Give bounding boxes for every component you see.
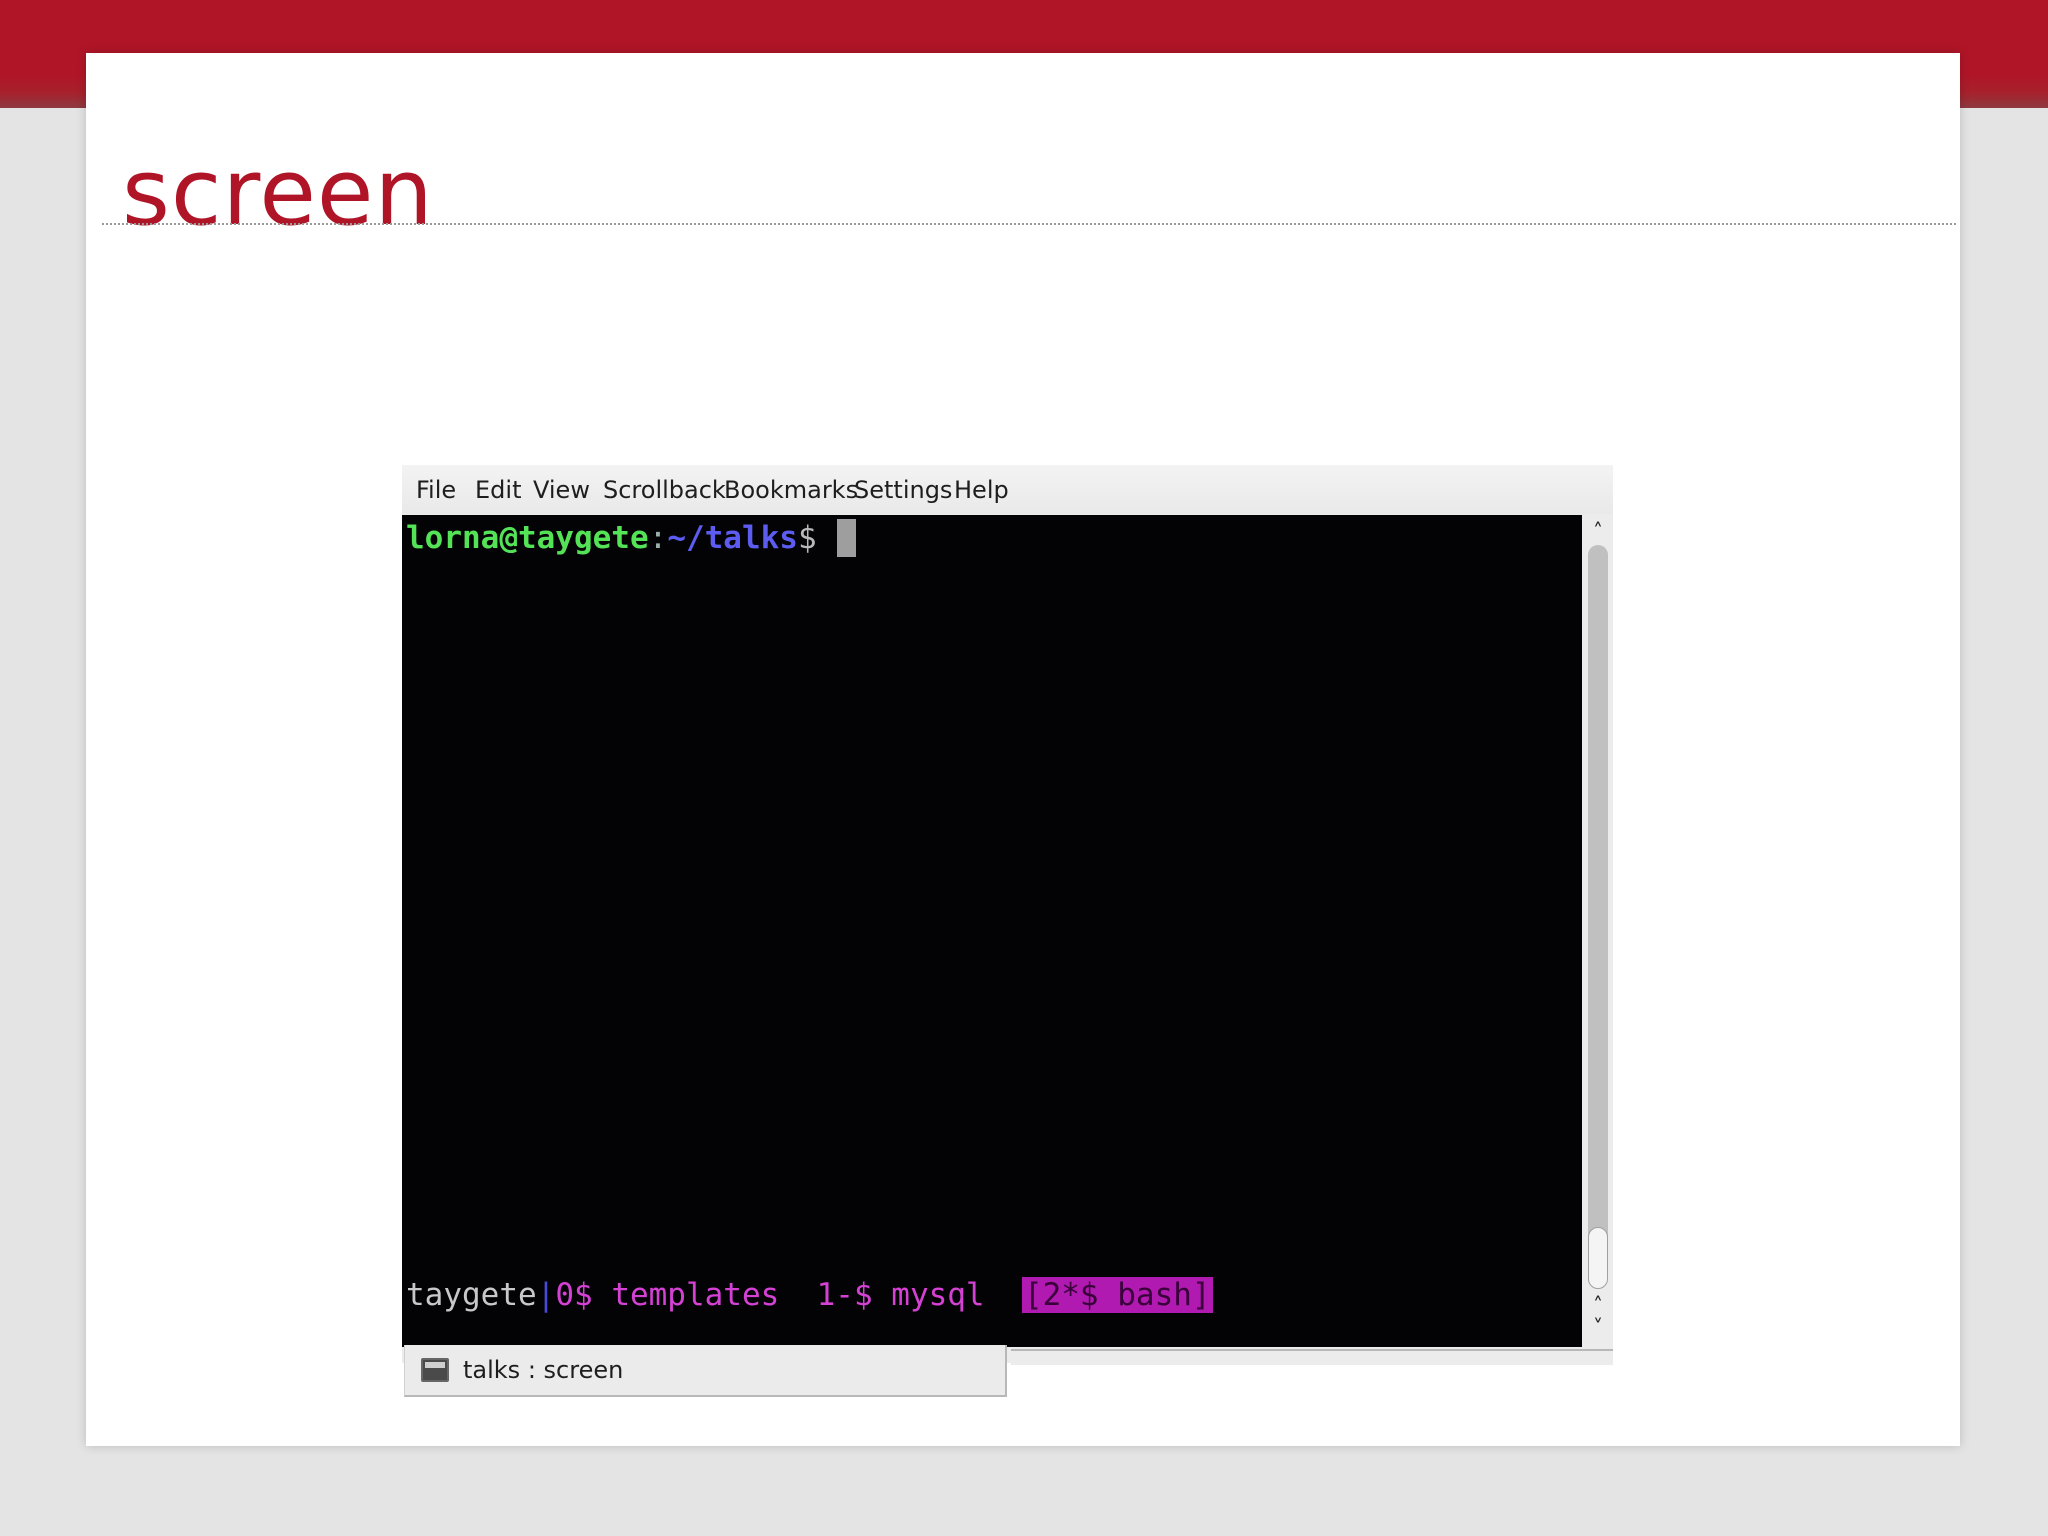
title-divider [102,223,1956,225]
menu-bookmarks[interactable]: Bookmarks [724,475,858,505]
shell-prompt: lorna@taygete:~/talks$ [406,518,857,558]
menu-bar: File Edit View Scrollback Bookmarks Sett… [402,465,1613,514]
screen-status-line: taygete|0$ templates 1-$ mysql [2*$ bash… [406,1275,1213,1315]
scroll-up-icon[interactable]: ˄ [1583,517,1613,545]
slide: screen File Edit View Scrollback Bookmar… [86,53,1960,1446]
menu-view[interactable]: View [533,475,590,505]
menu-file[interactable]: File [416,475,456,505]
konsole-window: File Edit View Scrollback Bookmarks Sett… [402,465,1613,1397]
menu-settings[interactable]: Settings [854,475,952,505]
prompt-path: ~/talks [667,520,798,556]
tab-label: talks : screen [463,1356,624,1384]
text-cursor [837,519,857,557]
status-host: taygete [406,1277,537,1313]
scroll-track[interactable] [1588,545,1608,1285]
menu-edit[interactable]: Edit [475,475,521,505]
terminal-icon [421,1358,449,1382]
scroll-down-icon[interactable]: ˅ [1583,1313,1613,1341]
scroll-thumb[interactable] [1588,1227,1608,1289]
screen-window-1: 1-$ mysql [816,1277,985,1313]
screen-window-2-active: [2*$ bash] [1021,1277,1213,1313]
slide-title: screen [122,139,434,246]
tab-talks-screen[interactable]: talks : screen [404,1345,1007,1397]
tab-bar-empty [1011,1349,1613,1365]
vertical-scrollbar[interactable]: ˄ ˄ ˅ [1583,515,1613,1347]
status-separator: | [536,1277,556,1313]
screen-window-0: 0$ templates [555,1277,780,1313]
prompt-separator: : [648,520,668,556]
prompt-dollar: $ [797,520,836,556]
terminal-area[interactable]: lorna@taygete:~/talks$ taygete|0$ templa… [402,515,1582,1347]
menu-scrollback[interactable]: Scrollback [603,475,726,505]
menu-help[interactable]: Help [954,475,1009,505]
prompt-user-host: lorna@taygete [406,520,649,556]
